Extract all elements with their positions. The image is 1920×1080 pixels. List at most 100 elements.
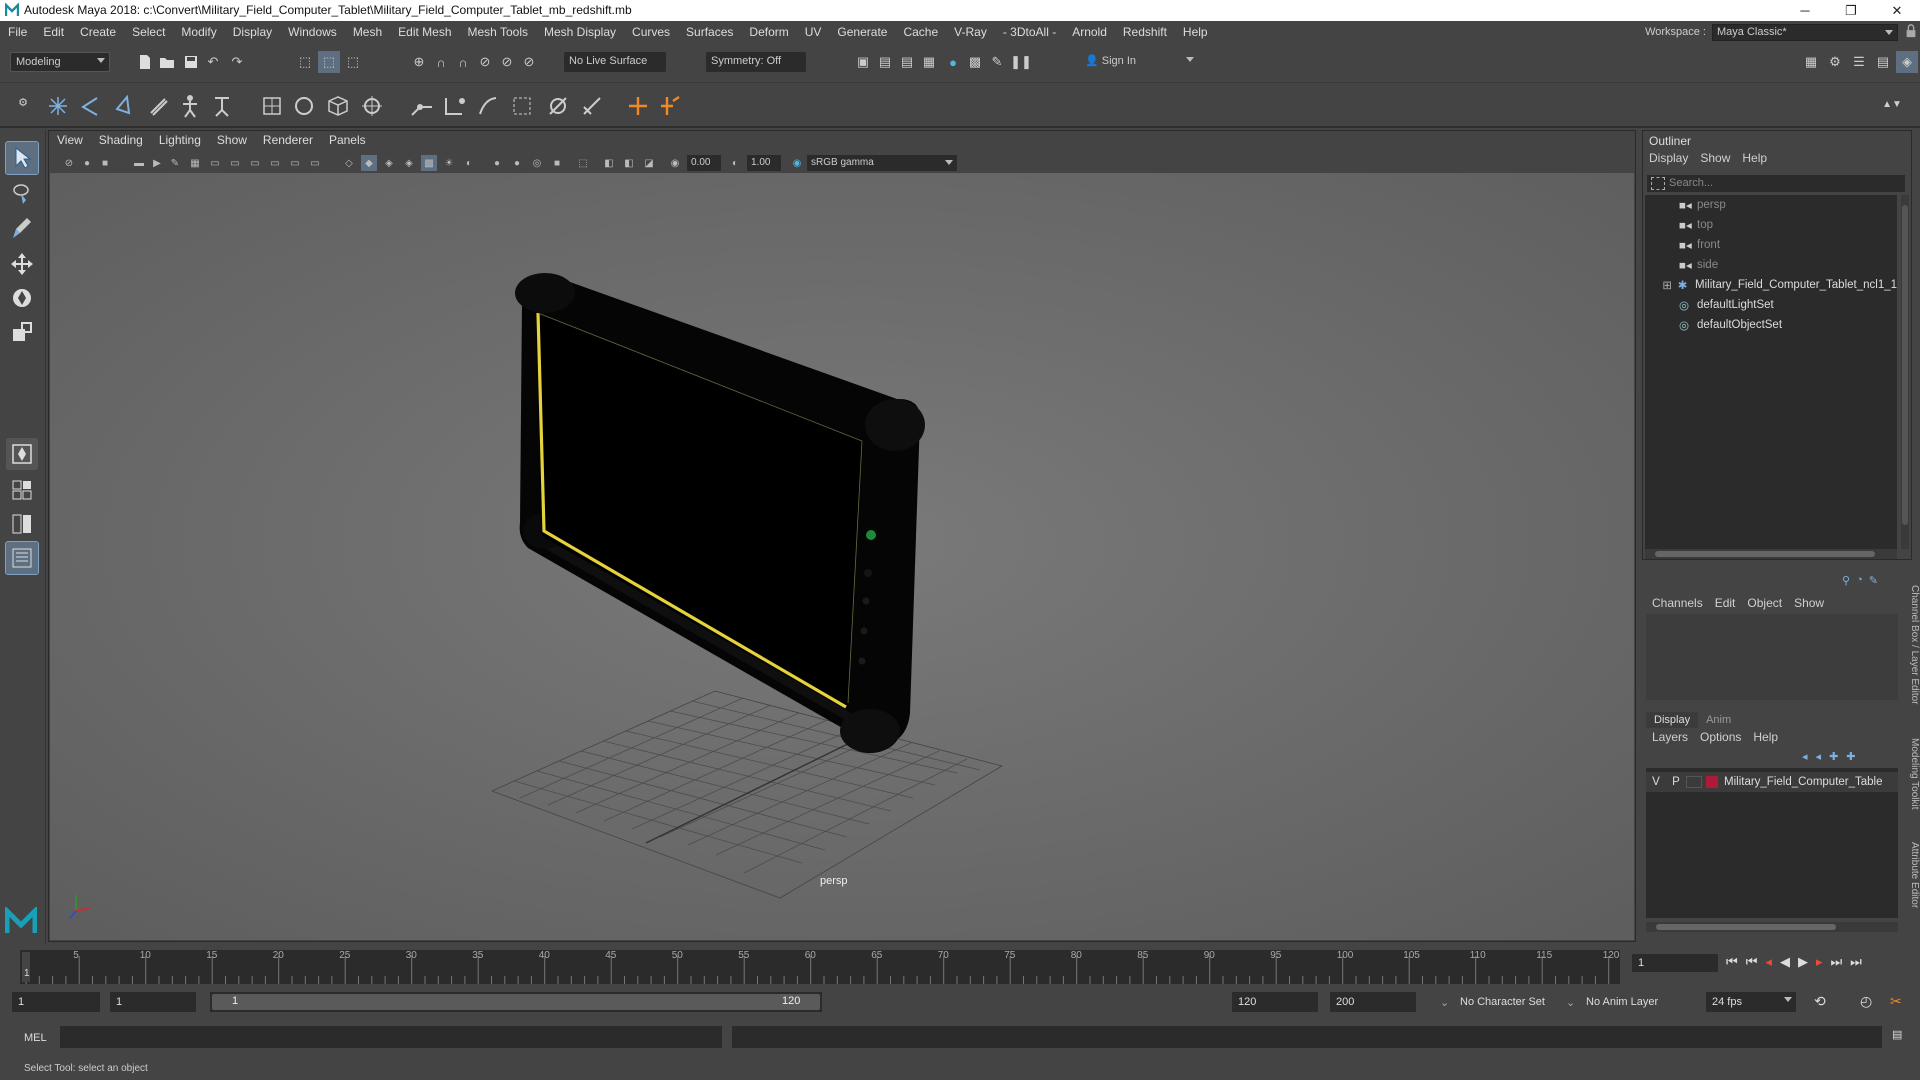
shelf-scroll-icon[interactable]: ▲▼ [1880,90,1904,118]
fps-dropdown[interactable]: 24 fps [1706,992,1796,1012]
four-view-layout-icon[interactable] [6,474,38,506]
save-scene-icon[interactable] [180,51,202,73]
auto-key-icon[interactable]: ◴ [1860,993,1872,1010]
filter-icon[interactable] [1651,177,1665,190]
rotate-tool-icon[interactable] [6,282,38,314]
modeling-toolkit-side-tab[interactable]: Modeling Toolkit [1906,738,1920,828]
ipr-render-icon[interactable]: ▤ [896,51,918,73]
motion-blur-icon[interactable]: ● [509,155,525,171]
wireframe-icon[interactable]: ◇ [341,155,357,171]
outliner-item-default-light-set[interactable]: ◎ defaultLightSet [1645,295,1897,315]
menu-modify[interactable]: Modify [173,25,224,39]
snap-point-icon[interactable]: ∩ [452,51,474,73]
animation-start-field[interactable]: 1 [12,992,100,1012]
camera-select-icon[interactable]: ⊘ [61,155,77,171]
undo-icon[interactable]: ↶ [202,51,224,73]
sync-icon[interactable]: ◔ [1856,574,1863,590]
anim-layer-dropdown[interactable]: No Anim Layer [1580,992,1680,1012]
character-set-dropdown[interactable]: No Character Set [1454,992,1572,1012]
lasso-tool-icon[interactable] [6,178,38,210]
select-objects-icon[interactable]: ⬚ [318,51,340,73]
play-forwards-icon[interactable]: ▶ [1798,954,1808,970]
current-frame-field[interactable]: 1 [1632,954,1718,972]
range-slider-handle[interactable] [212,994,820,1010]
layer-type-box[interactable] [1686,776,1702,788]
menu-3dtoall[interactable]: - 3DtoAll - [995,25,1064,39]
pencil-curve-icon[interactable] [144,92,172,120]
sign-in-button[interactable]: 👤 Sign In [1080,52,1198,72]
lock-icon[interactable] [1904,24,1920,40]
outliner-item-front[interactable]: ■◂ front [1645,235,1897,255]
open-scene-icon[interactable] [156,51,178,73]
command-language[interactable]: MEL [24,1032,47,1044]
mode-dropdown[interactable]: Modeling [10,52,110,72]
channels-object-menu[interactable]: Object [1741,596,1788,610]
move-layer-up-icon[interactable]: ◂ [1802,750,1808,763]
ik-handle-icon[interactable] [440,92,468,120]
script-editor-icon[interactable]: ▤ [1892,1028,1910,1046]
outliner-item-top[interactable]: ■◂ top [1645,215,1897,235]
outliner-item-persp[interactable]: ■◂ persp [1645,195,1897,215]
tab-anim[interactable]: Anim [1698,712,1739,728]
attribute-editor-side-tab[interactable]: Attribute Editor [1906,842,1920,938]
textured-icon[interactable]: ▩ [421,155,437,171]
playback-end-field[interactable]: 120 [1232,992,1318,1012]
viewport-menu-renderer[interactable]: Renderer [255,133,321,151]
character-set-icon[interactable]: ⌄ [1440,996,1449,1009]
menu-uv[interactable]: UV [797,25,830,39]
bookmark-icon[interactable]: ■ [97,155,113,171]
menu-create[interactable]: Create [72,25,124,39]
modeling-toolkit-icon[interactable]: ▦ [1800,51,1822,73]
safe-action-icon[interactable]: ▭ [287,155,303,171]
viewport-menu-panels[interactable]: Panels [321,133,374,151]
xray-components-icon[interactable]: ◪ [641,155,657,171]
snap-curve-icon[interactable]: ∩ [430,51,452,73]
wireframe-on-shaded-icon[interactable]: ◈ [401,155,417,171]
symmetry-dropdown[interactable]: Symmetry: Off [706,52,806,72]
menu-edit-mesh[interactable]: Edit Mesh [390,25,459,39]
channel-box-toggle-icon[interactable]: ▤ [1872,51,1894,73]
gamma-icon[interactable]: ◐ [727,155,743,171]
lights-icon[interactable]: ☀ [441,155,457,171]
channels-menu[interactable]: Channels [1646,596,1709,610]
new-layer-selected-icon[interactable]: ✚ [1846,750,1855,763]
step-back-frame-icon[interactable]: ◂ [1765,954,1772,970]
menu-edit[interactable]: Edit [35,25,72,39]
exposure-field[interactable]: 0.00 [687,155,721,171]
layer-visibility-toggle[interactable]: V [1646,776,1666,788]
outliner-layout-icon[interactable] [5,541,39,575]
camera-attributes-icon[interactable]: ● [79,155,95,171]
key-icon[interactable]: ⚲ [1842,574,1850,590]
menu-surfaces[interactable]: Surfaces [678,25,741,39]
tab-display[interactable]: Display [1646,712,1699,728]
outliner-search-input[interactable]: Search... [1647,175,1905,192]
close-button[interactable]: ✕ [1874,0,1920,21]
workspace-dropdown[interactable]: Maya Classic* [1712,23,1898,41]
animation-end-field[interactable]: 200 [1330,992,1416,1012]
channels-show-menu[interactable]: Show [1788,596,1830,610]
timeline-ruler[interactable]: 1 5 10 15 20 25 30 35 40 45 50 55 60 65 70 75 80 85 90 95 1… [20,950,1620,984]
attribute-editor-icon[interactable]: ⚙ [1824,51,1846,73]
menu-display[interactable]: Display [225,25,280,39]
light-editor-icon[interactable]: ✎ [986,51,1008,73]
sculpt-icon[interactable] [290,92,318,120]
layer-scrollbar[interactable] [1646,922,1898,932]
render-setup-icon[interactable]: ▩ [964,51,986,73]
snap-pivot-icon[interactable]: ⊘ [518,51,540,73]
scale-tool-icon[interactable] [6,316,38,348]
layers-options-menu[interactable]: Options [1694,730,1747,744]
select-hierarchy-icon[interactable]: ⬚ [294,51,316,73]
render-view-icon[interactable]: ▣ [852,51,874,73]
viewport-menu-show[interactable]: Show [209,133,255,151]
menu-help[interactable]: Help [1175,25,1216,39]
menu-mesh-display[interactable]: Mesh Display [536,25,624,39]
command-input[interactable] [60,1026,722,1048]
snap-grid-icon[interactable]: ⊕ [408,51,430,73]
layer-editor-toggle-icon[interactable]: ◈ [1896,51,1918,73]
layer-row[interactable]: V P Military_Field_Computer_Table [1646,772,1898,792]
safe-title-icon[interactable]: ▭ [307,155,323,171]
lattice-icon[interactable] [324,92,352,120]
menu-windows[interactable]: Windows [280,25,345,39]
live-surface-field[interactable]: No Live Surface [564,52,666,72]
xray-icon[interactable]: ◧ [601,155,617,171]
